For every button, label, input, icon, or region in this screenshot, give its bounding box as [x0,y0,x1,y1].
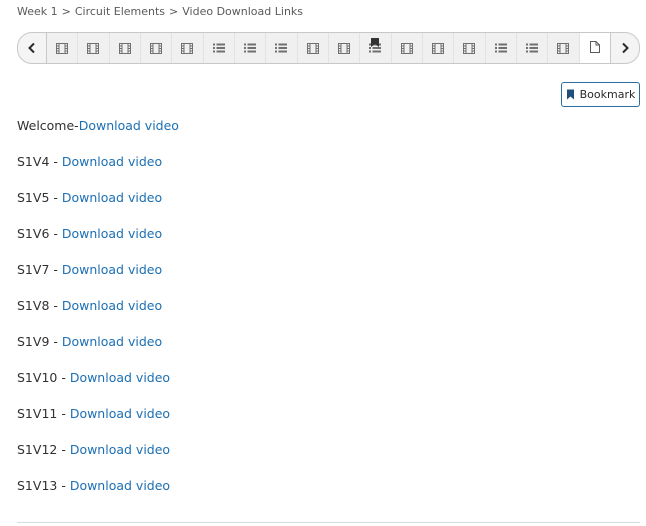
video-icon [400,42,413,54]
video-label: S1V11 - [17,406,70,421]
download-video-link[interactable]: Download video [62,190,162,205]
list-item: S1V6 - Download video [17,224,179,260]
sequence-tab-13[interactable] [423,33,455,63]
list-item: S1V8 - Download video [17,296,179,332]
video-label: S1V7 - [17,262,62,277]
chevron-left-icon [28,42,35,54]
video-icon [463,42,476,54]
sequence-navigation [17,32,640,66]
download-video-link[interactable]: Download video [62,334,162,349]
list-item: S1V13 - Download video [17,476,179,512]
sequence-tab-5[interactable] [172,33,204,63]
bookmark-icon [566,89,574,100]
video-label: S1V8 - [17,298,62,313]
bookmark-flag-icon [371,32,380,51]
breadcrumb-separator: > [169,5,179,18]
breadcrumb-separator: > [61,5,71,18]
video-label: S1V4 - [17,154,62,169]
video-icon [432,42,445,54]
breadcrumb-item-current: Video Download Links [182,5,304,18]
video-label: S1V13 - [17,478,70,493]
sequence-tab-7[interactable] [235,33,267,63]
chevron-right-icon [622,42,629,54]
video-label: S1V12 - [17,442,70,457]
list-item: S1V4 - Download video [17,152,179,188]
video-icon [56,42,69,54]
video-label: S1V6 - [17,226,62,241]
video-label: Welcome- [17,118,79,133]
list-item: S1V5 - Download video [17,188,179,224]
video-icon [150,42,163,54]
download-video-link[interactable]: Download video [70,370,170,385]
sequence-tab-8[interactable] [266,33,298,63]
video-icon [118,42,131,54]
sequence-tab-12[interactable] [392,33,423,63]
sequence-tab-14[interactable] [454,33,486,63]
list-item: S1V11 - Download video [17,404,179,440]
sequence-tab-16[interactable] [517,33,549,63]
list-icon [212,43,225,53]
sequence-tab-18[interactable] [579,33,610,63]
download-video-link[interactable]: Download video [62,154,162,169]
download-video-link[interactable]: Download video [70,478,170,493]
sequence-tabs [47,32,610,64]
list-item: S1V9 - Download video [17,332,179,368]
list-item: S1V12 - Download video [17,440,179,476]
list-item: Welcome-Download video [17,116,179,152]
video-icon [87,42,100,54]
download-video-link[interactable]: Download video [70,442,170,457]
video-icon [181,42,194,54]
list-icon [244,43,257,53]
video-download-list: Welcome-Download video S1V4 - Download vi… [17,116,179,512]
sequence-tab-17[interactable] [548,33,580,63]
list-icon [275,43,288,53]
download-video-link[interactable]: Download video [70,406,170,421]
sequence-tab-9[interactable] [298,33,329,63]
list-icon [494,43,507,53]
sequence-tab-4[interactable] [141,33,173,63]
bookmark-button-label: Bookmark [579,88,636,101]
video-label: S1V9 - [17,334,62,349]
video-icon [557,42,570,54]
bookmark-button[interactable]: Bookmark [561,82,640,107]
sequence-tab-6[interactable] [204,33,235,63]
content-divider [17,522,640,523]
video-icon [338,42,351,54]
previous-unit-button[interactable] [17,32,47,64]
sequence-tab-10[interactable] [329,33,361,63]
video-icon [306,42,319,54]
breadcrumb-item-section[interactable]: Circuit Elements [75,5,165,18]
breadcrumb-item-week[interactable]: Week 1 [17,5,58,18]
sequence-tab-15[interactable] [486,33,517,63]
download-video-link[interactable]: Download video [62,262,162,277]
document-icon [589,41,600,53]
sequence-tab-11[interactable] [360,32,392,63]
sequence-tab-3[interactable] [110,33,141,63]
download-video-link[interactable]: Download video [62,226,162,241]
next-unit-button[interactable] [610,32,640,64]
video-label: S1V5 - [17,190,62,205]
list-item: S1V10 - Download video [17,368,179,404]
sequence-tab-1[interactable] [47,33,79,63]
download-video-link[interactable]: Download video [62,298,162,313]
download-video-link[interactable]: Download video [79,118,179,133]
breadcrumb: Week 1 > Circuit Elements > Video Download L… [17,5,303,18]
sequence-tab-2[interactable] [78,33,110,63]
video-label: S1V10 - [17,370,70,385]
list-icon [526,43,539,53]
list-item: S1V7 - Download video [17,260,179,296]
